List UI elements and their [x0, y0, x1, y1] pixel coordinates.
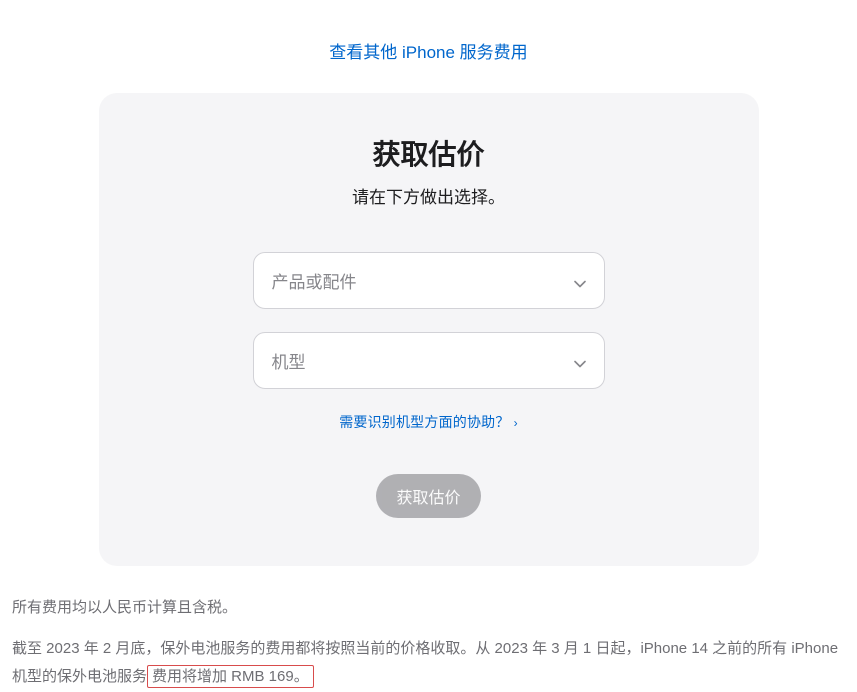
- model-select[interactable]: 机型: [253, 332, 605, 389]
- footer-line-2-text: 截至 2023 年 2 月底，保外电池服务的费用都将按照当前的价格收取。从 20…: [12, 640, 838, 686]
- model-select-placeholder: 机型: [272, 348, 306, 373]
- product-select[interactable]: 产品或配件: [253, 252, 605, 309]
- price-increase-highlight: 费用将增加 RMB 169。: [147, 665, 314, 688]
- estimate-card: 获取估价 请在下方做出选择。 产品或配件 机型 需要识别机型方面的协助？ › 获取…: [99, 93, 759, 566]
- identify-model-help-link[interactable]: 需要识别机型方面的协助？ ›: [339, 414, 518, 430]
- chevron-down-icon: [574, 275, 586, 287]
- footer-line-2: 截至 2023 年 2 月底，保外电池服务的费用都将按照当前的价格收取。从 20…: [12, 635, 845, 692]
- top-link-container: 查看其他 iPhone 服务费用: [0, 0, 857, 93]
- footer-line-1: 所有费用均以人民币计算且含税。: [12, 594, 845, 623]
- help-link-label: 需要识别机型方面的协助？: [339, 414, 509, 430]
- chevron-right-icon: ›: [514, 416, 518, 430]
- card-title: 获取估价: [129, 133, 729, 173]
- product-select-placeholder: 产品或配件: [272, 268, 357, 293]
- help-link-container: 需要识别机型方面的协助？ ›: [129, 412, 729, 432]
- footer-text: 所有费用均以人民币计算且含税。 截至 2023 年 2 月底，保外电池服务的费用…: [0, 566, 857, 692]
- chevron-down-icon: [574, 355, 586, 367]
- get-estimate-button[interactable]: 获取估价: [376, 474, 480, 518]
- other-services-link[interactable]: 查看其他 iPhone 服务费用: [329, 43, 527, 62]
- card-subtitle: 请在下方做出选择。: [129, 183, 729, 208]
